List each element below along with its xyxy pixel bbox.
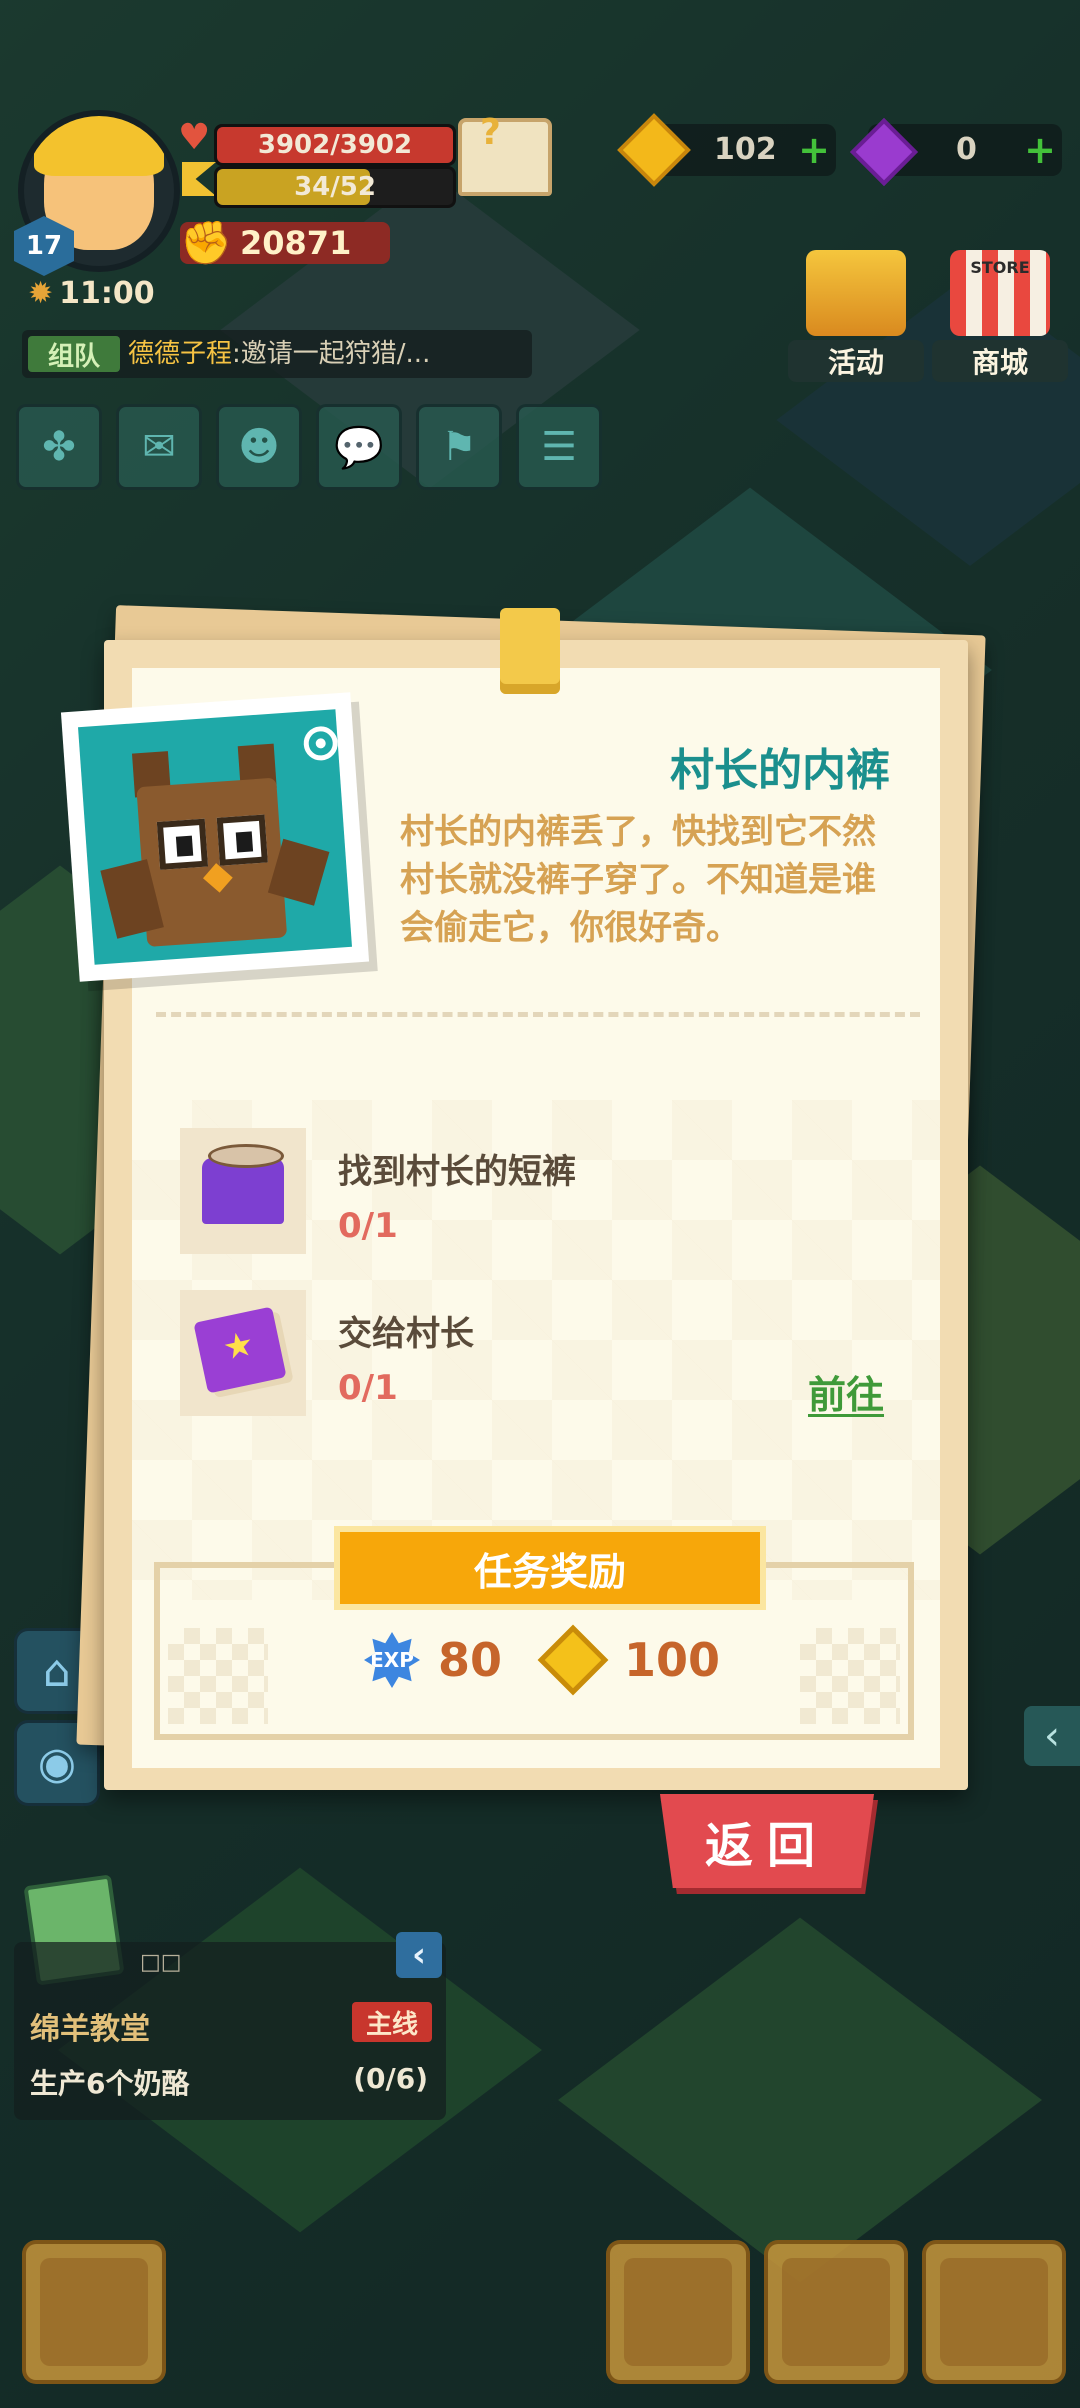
reward-exp-value: 80: [438, 1633, 503, 1687]
quest-description: 村长的内裤丢了，快找到它不然村长就没裤子穿了。不知道是谁会偷走它，你很好奇。: [400, 812, 876, 948]
task-name: 找到村长的短裤: [338, 1152, 576, 1192]
fist-icon: ✊: [180, 218, 233, 267]
gift-basket-icon: [806, 250, 906, 336]
energy-bar: 34/52: [214, 166, 456, 208]
quest-tracker[interactable]: 绵羊教堂 主线 生产6个奶酪 (0/6): [14, 1942, 446, 2120]
reward-gold-value: 100: [624, 1633, 721, 1687]
friends-icon[interactable]: ☻: [216, 404, 302, 490]
main-quest-tag: 主线: [352, 2002, 432, 2042]
gem-amount: 0: [956, 132, 977, 167]
tracker-progress: (0/6): [353, 2062, 428, 2095]
team-player-name: 德德子程: [128, 339, 233, 369]
clock-text: 11:00: [59, 276, 155, 311]
reward-pattern-left: [168, 1628, 268, 1724]
store-button[interactable]: STORE 商城: [932, 250, 1068, 382]
tracker-goal: 生产6个奶酪: [30, 2067, 190, 2100]
exp-icon: EXP: [364, 1632, 420, 1688]
question-mark-icon: ?: [480, 112, 501, 153]
sun-icon: ✹: [28, 276, 54, 311]
chevron-left-icon[interactable]: ‹: [396, 1932, 442, 1978]
id-card-icon[interactable]: ☰: [516, 404, 602, 490]
tracker-page-dots: □□: [140, 1950, 182, 1975]
reward-banner: 任务奖励: [334, 1526, 766, 1610]
store-shop-icon: STORE: [950, 250, 1050, 336]
tracker-title: 绵羊教堂: [30, 2012, 150, 2047]
dashed-divider: [156, 1012, 920, 1017]
reward-pattern-right: [800, 1628, 900, 1724]
heart-icon: ♥: [178, 117, 211, 158]
hp-text: 3902/3902: [257, 130, 413, 160]
energy-text: 34/52: [294, 172, 376, 202]
reward-row: EXP 80 100: [364, 1624, 721, 1696]
task-name: 交给村长: [338, 1314, 474, 1354]
add-gem-button[interactable]: +: [1024, 131, 1056, 169]
activity-label: 活动: [788, 340, 924, 382]
gold-coin-icon: [537, 1624, 609, 1696]
store-sign: STORE: [970, 258, 1030, 277]
owl-portrait: [78, 709, 352, 965]
target-icon[interactable]: [302, 725, 339, 762]
shorts-item-icon: [180, 1128, 306, 1254]
store-label: 商城: [932, 340, 1068, 382]
activity-button[interactable]: 活动: [788, 250, 924, 382]
guide-book-icon[interactable]: [458, 118, 552, 196]
settings-icon[interactable]: ✤: [16, 404, 102, 490]
hp-bar: 3902/3902: [214, 124, 456, 166]
mail-icon[interactable]: ✉: [116, 404, 202, 490]
goto-link[interactable]: 前往: [808, 1364, 884, 1419]
pets-button[interactable]: [764, 2240, 908, 2384]
gold-amount: 102: [714, 132, 777, 167]
team-tag[interactable]: 组队: [28, 336, 120, 372]
task-progress: 0/1: [338, 1368, 398, 1408]
book-item-icon: [180, 1290, 306, 1416]
game-clock: ✹ 11:00: [28, 276, 155, 311]
backpack-button[interactable]: [922, 2240, 1066, 2384]
team-message: 德德子程:邀请一起狩猎/...: [128, 336, 430, 372]
back-button[interactable]: 返回: [660, 1794, 874, 1888]
build-hammer-button[interactable]: [22, 2240, 166, 2384]
map-icon[interactable]: ⚑: [416, 404, 502, 490]
function-icon-row: ✤ ✉ ☻ 💬 ⚑ ☰: [16, 404, 602, 490]
team-message-text: :邀请一起狩猎/...: [232, 339, 431, 369]
quest-title: 村长的内裤: [670, 745, 890, 796]
add-gold-button[interactable]: +: [798, 131, 830, 169]
expand-arrow-icon[interactable]: ‹: [1024, 1706, 1080, 1766]
avatar-hair: [34, 116, 164, 176]
pushpin-icon: [500, 608, 560, 694]
chat-icon[interactable]: 💬: [316, 404, 402, 490]
quest-npc-photo: [60, 692, 370, 982]
task-progress: 0/1: [338, 1206, 398, 1246]
hero-button[interactable]: [606, 2240, 750, 2384]
